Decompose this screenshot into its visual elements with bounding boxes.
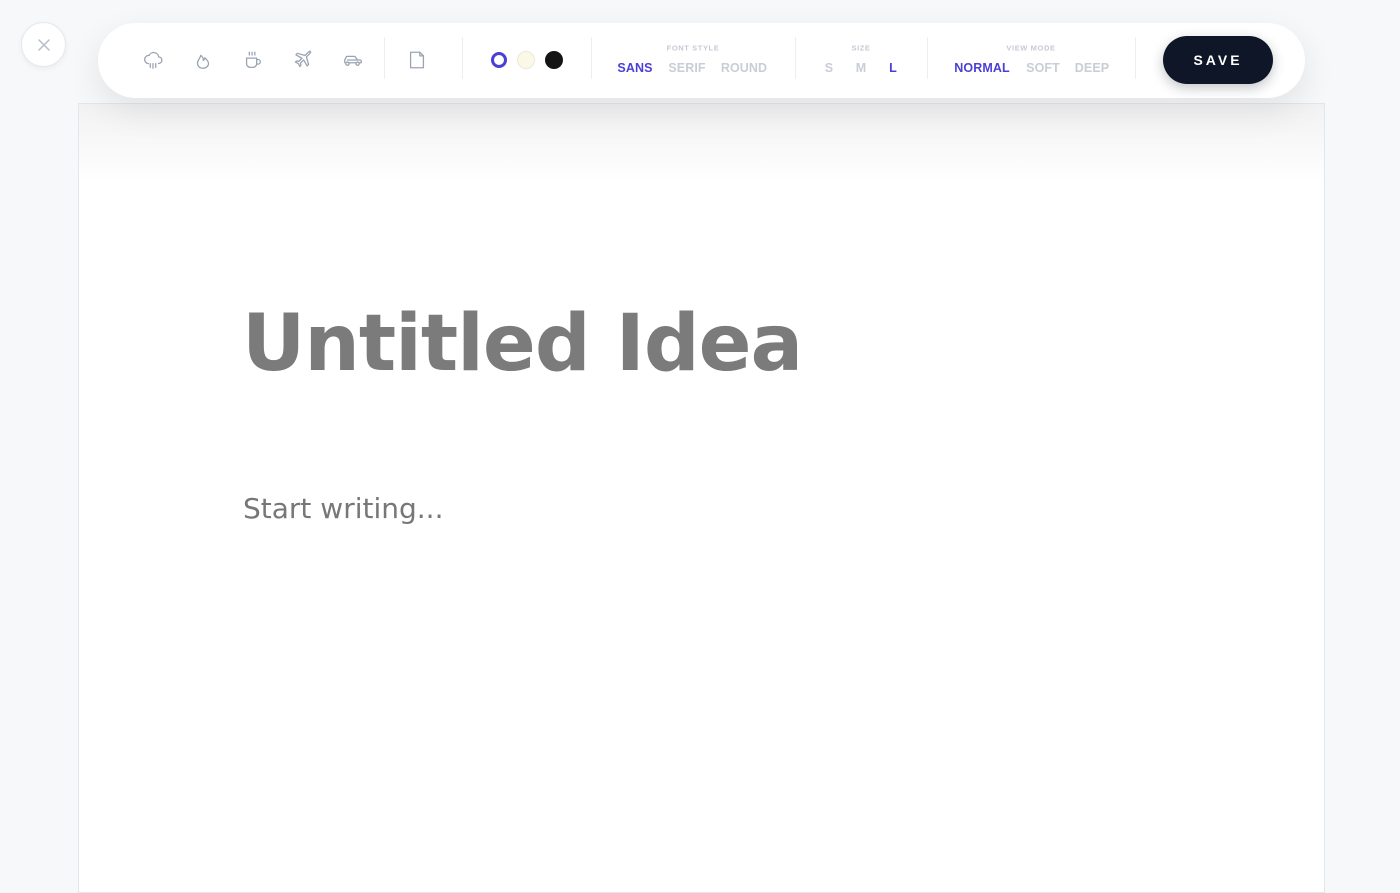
body-input[interactable]: [243, 492, 1143, 525]
view-mode-soft[interactable]: SOFT: [1026, 61, 1060, 75]
font-style-label: FONT STYLE: [666, 43, 720, 53]
title-input[interactable]: [242, 299, 1142, 389]
color-swatch-purple[interactable]: [491, 52, 507, 68]
flame-icon[interactable]: [191, 48, 215, 72]
toolbar-divider: [1135, 37, 1136, 79]
save-button[interactable]: SAVE: [1163, 36, 1273, 84]
toolbar-divider: [795, 37, 796, 79]
size-s[interactable]: S: [825, 61, 833, 75]
airplane-icon[interactable]: [291, 48, 315, 72]
size-l[interactable]: L: [889, 61, 897, 75]
font-style-sans[interactable]: SANS: [617, 61, 652, 75]
toolbar-divider: [384, 37, 385, 79]
car-icon[interactable]: [341, 48, 365, 72]
view-mode-label: VIEW MODE: [1006, 43, 1056, 53]
coffee-cup-icon[interactable]: [241, 48, 265, 72]
editor-paper: [78, 103, 1325, 893]
rain-cloud-icon[interactable]: [141, 48, 165, 72]
note-page-icon[interactable]: [405, 48, 429, 72]
editor-toolbar: FONT STYLE SANS SERIF ROUND SIZE S M L V…: [98, 23, 1305, 98]
toolbar-divider: [927, 37, 928, 79]
font-style-round[interactable]: ROUND: [721, 61, 767, 75]
toolbar-divider: [591, 37, 592, 79]
size-m[interactable]: M: [856, 61, 867, 75]
size-label: SIZE: [851, 43, 871, 53]
color-swatch-cream[interactable]: [517, 51, 535, 69]
view-mode-deep[interactable]: DEEP: [1075, 61, 1109, 75]
close-button[interactable]: [21, 22, 66, 67]
font-style-serif[interactable]: SERIF: [668, 61, 705, 75]
toolbar-divider: [462, 37, 463, 79]
paper-top-shadow: [79, 104, 1324, 184]
close-icon: [37, 38, 50, 51]
color-swatch-black[interactable]: [545, 51, 563, 69]
view-mode-normal[interactable]: NORMAL: [954, 61, 1009, 75]
